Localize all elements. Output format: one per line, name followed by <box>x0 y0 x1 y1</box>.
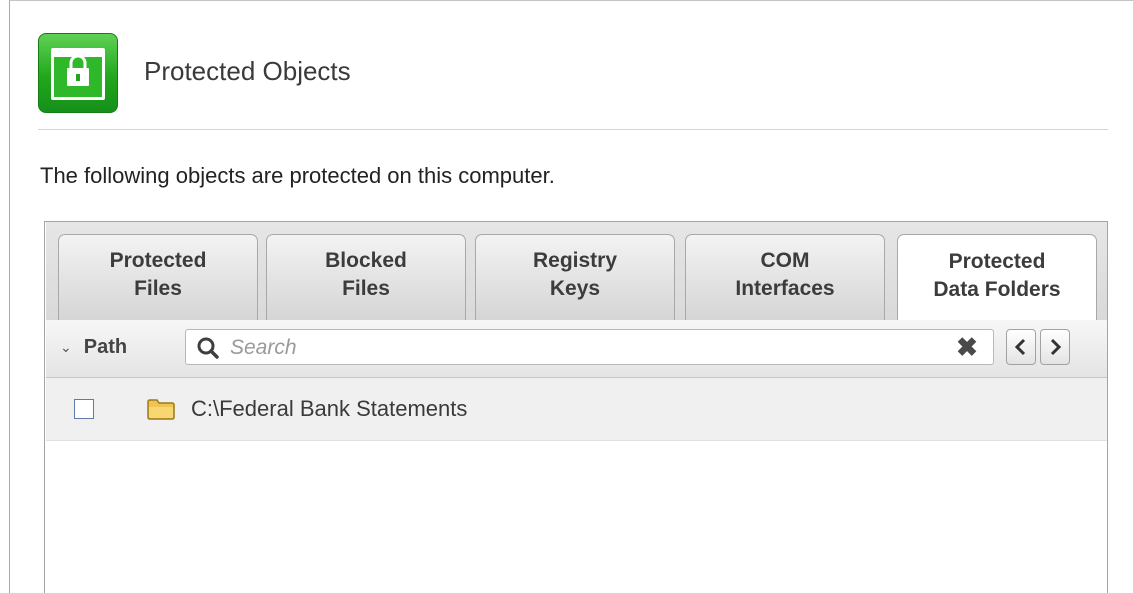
tab-protected-files[interactable]: Protected Files <box>58 234 258 320</box>
search-icon <box>197 337 219 359</box>
tab-protected-data-folders[interactable]: Protected Data Folders <box>897 234 1097 322</box>
window-border-left <box>9 0 10 593</box>
row-checkbox[interactable] <box>74 399 94 419</box>
search-box <box>185 329 994 365</box>
list-item[interactable]: C:\Federal Bank Statements <box>46 378 1107 441</box>
intro-text: The following objects are protected on t… <box>40 163 555 188</box>
path-column-label: Path <box>83 335 128 358</box>
folder-path: C:\Federal Bank Statements <box>191 396 468 421</box>
chevron-left-icon <box>1014 338 1026 356</box>
lock-window-icon <box>38 33 118 113</box>
close-icon[interactable]: ✖ <box>954 332 980 362</box>
protected-objects-panel: Protected Files Blocked Files Registry K… <box>44 221 1108 593</box>
tab-blocked-files[interactable]: Blocked Files <box>266 234 466 320</box>
filter-toolbar: ⌄ Path ✖ <box>46 320 1107 378</box>
tab-label: Blocked Files <box>325 248 407 300</box>
page-title: Protected Objects <box>144 56 351 86</box>
search-input[interactable] <box>228 332 932 364</box>
tab-label: Registry Keys <box>532 248 618 300</box>
tab-strip: Protected Files Blocked Files Registry K… <box>46 222 1107 322</box>
chevron-down-icon: ⌄ <box>60 338 72 355</box>
next-button[interactable] <box>1040 329 1070 365</box>
tab-label: Protected Data Folders <box>933 249 1061 301</box>
chevron-right-icon <box>1050 338 1062 356</box>
tab-registry-keys[interactable]: Registry Keys <box>475 234 675 320</box>
folder-icon <box>147 399 175 420</box>
previous-button[interactable] <box>1006 329 1036 365</box>
tab-com-interfaces[interactable]: COM Interfaces <box>685 234 885 320</box>
window-border-top <box>9 0 1133 1</box>
header-divider <box>38 129 1108 130</box>
tab-label: COM Interfaces <box>735 248 835 300</box>
path-column-toggle[interactable]: ⌄ Path <box>60 332 127 362</box>
tab-label: Protected Files <box>109 248 207 300</box>
